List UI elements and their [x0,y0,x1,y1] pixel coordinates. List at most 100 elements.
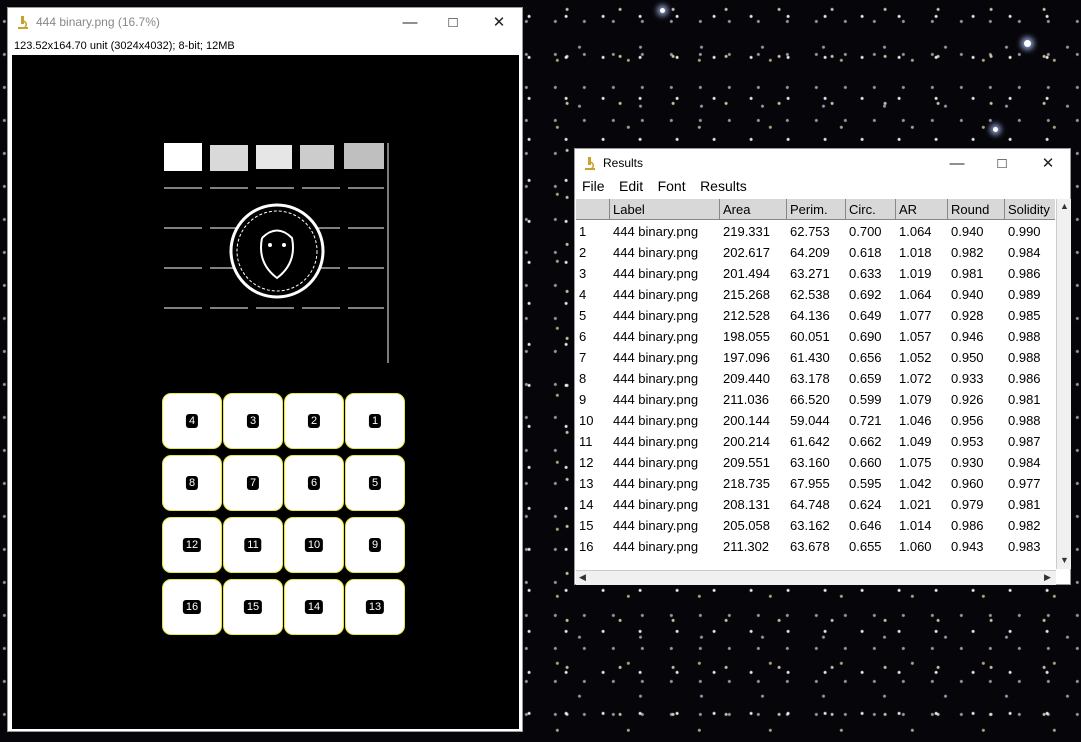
table-cell[interactable]: 0.953 [948,431,1005,452]
table-cell[interactable]: 1.057 [896,326,948,347]
table-cell[interactable]: 1.019 [896,263,948,284]
table-cell[interactable]: 1.077 [896,305,948,326]
results-window-titlebar[interactable]: Results — □ ✕ [575,149,1070,179]
table-cell[interactable]: 15 [576,515,610,536]
table-cell[interactable]: 1.075 [896,452,948,473]
table-cell[interactable]: 0.981 [1005,389,1055,410]
table-cell[interactable]: 444 binary.png [610,389,720,410]
results-window[interactable]: Results — □ ✕ File Edit Font Results Lab… [574,148,1071,585]
column-header[interactable] [576,199,610,220]
table-cell[interactable]: 0.956 [948,410,1005,431]
table-cell[interactable]: 0.990 [1005,221,1055,242]
roi-tile[interactable]: 16 [162,579,222,635]
table-cell[interactable]: 16 [576,536,610,557]
table-cell[interactable]: 208.131 [720,494,787,515]
table-cell[interactable]: 0.930 [948,452,1005,473]
table-cell[interactable]: 60.051 [787,326,846,347]
table-cell[interactable]: 12 [576,452,610,473]
table-cell[interactable]: 215.268 [720,284,787,305]
table-cell[interactable]: 62.753 [787,221,846,242]
table-cell[interactable]: 218.735 [720,473,787,494]
column-header[interactable]: Circ. [846,199,896,220]
table-cell[interactable]: 0.984 [1005,452,1055,473]
menu-font[interactable]: Font [658,178,686,194]
table-cell[interactable]: 0.646 [846,515,896,536]
table-cell[interactable]: 0.987 [1005,431,1055,452]
table-cell[interactable]: 1.079 [896,389,948,410]
table-cell[interactable]: 209.551 [720,452,787,473]
table-cell[interactable]: 1.049 [896,431,948,452]
table-cell[interactable]: 0.926 [948,389,1005,410]
roi-tile[interactable]: 3 [223,393,283,449]
table-cell[interactable]: 0.986 [1005,368,1055,389]
table-cell[interactable]: 1.018 [896,242,948,263]
table-cell[interactable]: 444 binary.png [610,263,720,284]
table-cell[interactable]: 64.748 [787,494,846,515]
close-button[interactable]: ✕ [1037,153,1059,175]
table-cell[interactable]: 0.988 [1005,326,1055,347]
table-cell[interactable]: 0.989 [1005,284,1055,305]
table-cell[interactable]: 444 binary.png [610,515,720,536]
table-cell[interactable]: 198.055 [720,326,787,347]
roi-tile[interactable]: 15 [223,579,283,635]
table-cell[interactable]: 0.655 [846,536,896,557]
table-cell[interactable]: 444 binary.png [610,431,720,452]
table-cell[interactable]: 0.721 [846,410,896,431]
table-cell[interactable]: 0.595 [846,473,896,494]
table-cell[interactable]: 1.014 [896,515,948,536]
roi-tile[interactable]: 2 [284,393,344,449]
menu-results[interactable]: Results [700,178,747,194]
roi-tile[interactable]: 10 [284,517,344,573]
table-cell[interactable]: 61.430 [787,347,846,368]
table-cell[interactable]: 444 binary.png [610,368,720,389]
table-cell[interactable]: 0.933 [948,368,1005,389]
minimize-button[interactable]: — [946,153,968,175]
table-cell[interactable]: 61.642 [787,431,846,452]
scroll-right-icon[interactable]: ▶ [1044,572,1051,583]
table-cell[interactable]: 444 binary.png [610,473,720,494]
roi-tile[interactable]: 14 [284,579,344,635]
table-cell[interactable]: 1.042 [896,473,948,494]
table-cell[interactable]: 0.979 [948,494,1005,515]
roi-tile[interactable]: 11 [223,517,283,573]
table-cell[interactable]: 9 [576,389,610,410]
table-cell[interactable]: 0.983 [1005,536,1055,557]
table-cell[interactable]: 444 binary.png [610,326,720,347]
table-cell[interactable]: 444 binary.png [610,305,720,326]
table-cell[interactable]: 14 [576,494,610,515]
table-cell[interactable]: 0.692 [846,284,896,305]
table-cell[interactable]: 201.494 [720,263,787,284]
column-header[interactable]: Round [948,199,1005,220]
column-header[interactable]: Perim. [787,199,846,220]
column-header[interactable]: Label [610,199,720,220]
table-cell[interactable]: 66.520 [787,389,846,410]
table-cell[interactable]: 0.659 [846,368,896,389]
table-cell[interactable]: 0.981 [948,263,1005,284]
table-cell[interactable]: 0.662 [846,431,896,452]
table-cell[interactable]: 64.209 [787,242,846,263]
table-cell[interactable]: 63.178 [787,368,846,389]
table-cell[interactable]: 197.096 [720,347,787,368]
table-cell[interactable]: 0.985 [1005,305,1055,326]
image-window[interactable]: 444 binary.png (16.7%) — □ ✕ 123.52x164.… [7,7,523,732]
table-cell[interactable]: 0.984 [1005,242,1055,263]
roi-tile[interactable]: 1 [345,393,405,449]
table-cell[interactable]: 0.690 [846,326,896,347]
table-cell[interactable]: 0.986 [1005,263,1055,284]
table-cell[interactable]: 5 [576,305,610,326]
table-cell[interactable]: 444 binary.png [610,452,720,473]
minimize-button[interactable]: — [399,12,421,34]
roi-tile[interactable]: 5 [345,455,405,511]
table-cell[interactable]: 59.044 [787,410,846,431]
menu-edit[interactable]: Edit [619,178,643,194]
scroll-up-icon[interactable]: ▲ [1060,201,1069,211]
column-header[interactable]: Area [720,199,787,220]
roi-tile[interactable]: 12 [162,517,222,573]
table-cell[interactable]: 62.538 [787,284,846,305]
table-cell[interactable]: 63.160 [787,452,846,473]
table-cell[interactable]: 444 binary.png [610,494,720,515]
close-button[interactable]: ✕ [488,12,510,34]
table-cell[interactable]: 0.940 [948,221,1005,242]
table-cell[interactable]: 1 [576,221,610,242]
table-cell[interactable]: 1.046 [896,410,948,431]
